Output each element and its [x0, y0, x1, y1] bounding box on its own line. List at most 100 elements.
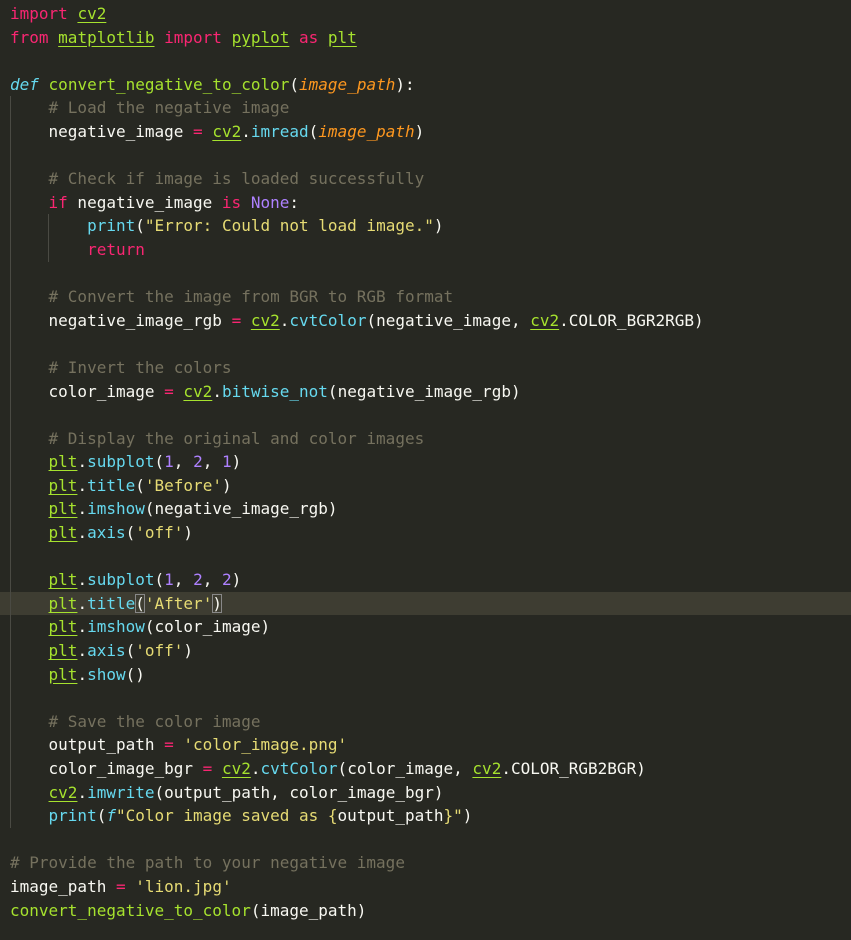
code-token: as [299, 27, 319, 47]
code-token: pyplot [231, 27, 290, 47]
code-token: f [106, 806, 116, 826]
code-line[interactable]: # Load the negative image [0, 96, 851, 120]
code-line[interactable]: convert_negative_to_color(image_path) [0, 899, 851, 923]
code-line[interactable]: image_path = 'lion.jpg' [0, 875, 851, 899]
code-line[interactable]: ​ [0, 143, 851, 168]
code-line[interactable]: def convert_negative_to_color(image_path… [0, 73, 851, 97]
code-line[interactable]: negative_image = cv2.imread(image_path) [0, 119, 851, 144]
indent-guide [10, 709, 11, 734]
code-line[interactable]: # Save the color image [0, 709, 851, 734]
code-token: imshow [87, 499, 145, 519]
code-token: 'off' [135, 523, 184, 543]
code-line[interactable]: ​ [0, 686, 851, 710]
code-token: ( [337, 759, 348, 778]
code-line[interactable]: plt.title('After') [0, 591, 851, 616]
code-token: color_image_bgr [10, 759, 203, 778]
code-token: . [77, 782, 88, 802]
code-token: ( [135, 475, 145, 495]
code-token: imread [250, 121, 309, 141]
code-token: # Check if image is loaded successfully [48, 169, 425, 189]
code-line[interactable]: plt.imshow(negative_image_rgb) [0, 497, 851, 522]
code-line[interactable]: ​ [0, 403, 851, 427]
code-token: = [202, 759, 213, 778]
code-token: return [87, 239, 145, 259]
code-token: convert_negative_to_color [48, 74, 290, 94]
code-line[interactable]: print(f"Color image saved as {output_pat… [0, 804, 851, 828]
code-line[interactable]: ​ [0, 544, 851, 569]
code-line[interactable]: plt.axis('off') [0, 521, 851, 545]
code-token: ( [125, 523, 136, 543]
code-line[interactable]: color_image = cv2.bitwise_not(negative_i… [0, 379, 851, 404]
code-token: negative_image_rgb [10, 310, 232, 330]
code-token: negative_image_rgb [154, 499, 328, 519]
indent-guide [10, 686, 11, 710]
code-line[interactable]: plt.subplot(1, 2, 1) [0, 450, 851, 474]
code-editor[interactable]: import cv2 from matplotlib import pyplot … [0, 0, 851, 940]
code-line[interactable]: print("Error: Could not load image.") [0, 214, 851, 238]
code-line[interactable]: plt.show() [0, 662, 851, 687]
code-line[interactable]: # Display the original and color images [0, 426, 851, 451]
indent-guide [10, 591, 11, 616]
code-line[interactable]: cv2.imwrite(output_path, color_image_bgr… [0, 780, 851, 805]
code-line[interactable]: negative_image_rgb = cv2.cvtColor(negati… [0, 308, 851, 333]
code-line[interactable]: plt.title('Before') [0, 473, 851, 498]
code-line[interactable]: # Invert the colors [0, 355, 851, 380]
code-token: . [212, 381, 222, 401]
code-line[interactable]: ​ [0, 828, 851, 852]
code-token: . [279, 310, 290, 330]
indent-guide [10, 780, 11, 805]
code-token: ) [510, 381, 521, 401]
code-line[interactable]: ​ [0, 332, 851, 356]
code-token: 1 [221, 452, 232, 472]
code-line[interactable]: from matplotlib import pyplot as plt [0, 26, 851, 50]
code-line[interactable]: ​ [0, 261, 851, 286]
code-token: ) [327, 499, 338, 519]
code-token: ( [135, 593, 145, 613]
code-token: , [173, 452, 194, 472]
code-token: cv2 [77, 4, 107, 23]
code-line[interactable]: return [0, 237, 851, 262]
code-token: negative_image_rgb [337, 381, 511, 401]
code-token: # Save the color image [48, 711, 261, 731]
code-line[interactable]: ​ [0, 49, 851, 73]
code-token: = [115, 876, 126, 896]
code-line[interactable]: import cv2 [0, 2, 851, 26]
code-token: ( [366, 310, 377, 330]
code-token: matplotlib [58, 27, 155, 47]
code-token: # Load the negative image [48, 98, 290, 118]
code-line[interactable]: if negative_image is None: [0, 190, 851, 215]
code-line[interactable]: # Check if image is loaded successfully [0, 167, 851, 191]
code-token: image_path [10, 876, 116, 896]
code-line[interactable]: output_path = 'color_image.png' [0, 733, 851, 757]
code-line[interactable]: # Convert the image from BGR to RGB form… [0, 285, 851, 309]
code-token: 'lion.jpg' [135, 876, 232, 896]
code-token: 'color_image.png' [183, 735, 348, 755]
code-token: . [559, 310, 569, 330]
indent-guide [10, 497, 11, 522]
code-token: "Error: Could not load image." [144, 216, 434, 236]
code-token: . [77, 570, 88, 590]
code-token: if [48, 192, 68, 212]
code-line[interactable]: color_image_bgr = cv2. cvtColor(color_ima… [0, 757, 851, 781]
indent-guide [10, 332, 11, 356]
code-token: plt [48, 570, 78, 590]
code-line[interactable]: plt.subplot(1, 2, 2) [0, 568, 851, 592]
code-line[interactable]: plt.imshow(color_image) [0, 615, 851, 640]
indent-guide [10, 167, 11, 191]
code-token: , [173, 570, 194, 590]
code-token: . [77, 499, 88, 519]
code-token: convert_negative_to_color [10, 900, 251, 920]
code-token: 2 [193, 452, 203, 472]
code-token: cv2 [48, 782, 78, 802]
code-line[interactable]: plt.axis('off') [0, 639, 851, 663]
code-token: cv2 [221, 759, 251, 778]
code-line[interactable]: # Provide the path to your negative imag… [0, 851, 851, 875]
indent-guide [10, 96, 11, 120]
